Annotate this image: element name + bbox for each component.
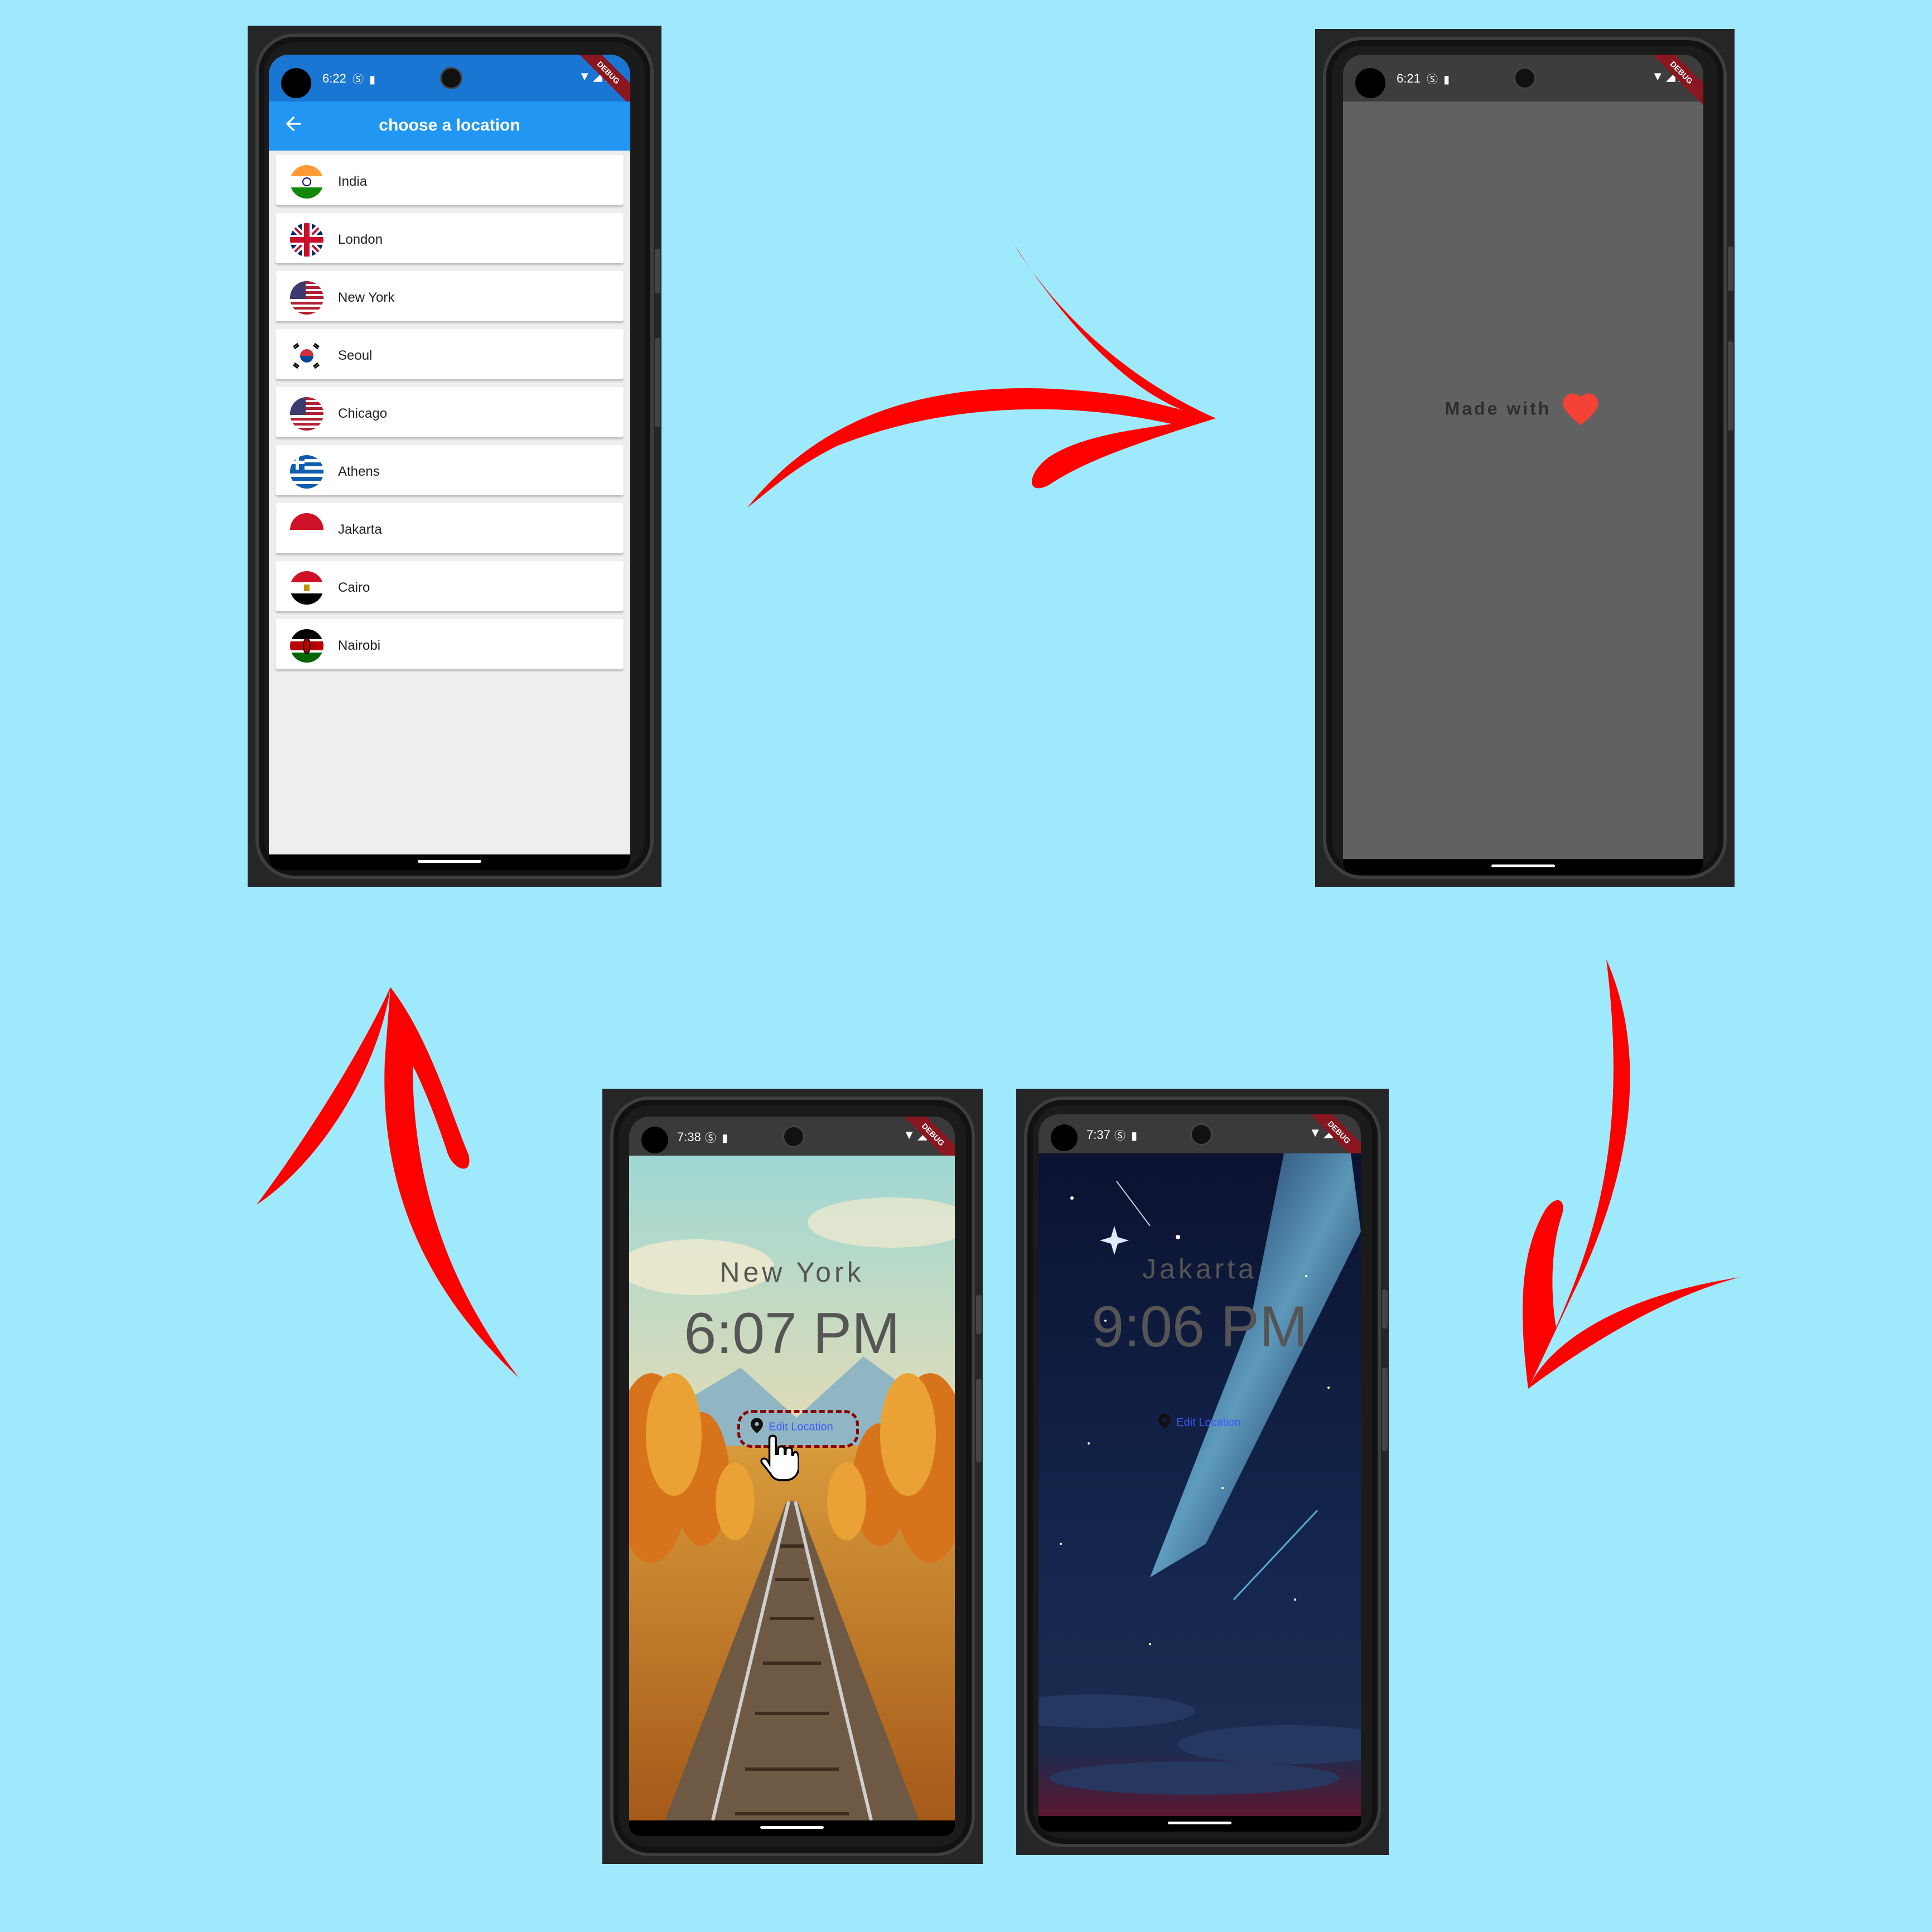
side-button [1728,247,1733,291]
page-title: choose a location [379,116,520,134]
splash-message: Made with [1343,389,1703,431]
side-button [1382,1289,1388,1329]
status-bar: 7:38 Ⓢ▮ ▼◢▮ DEBUG [629,1117,955,1170]
current-time: 9:06 PM [1091,1295,1308,1359]
front-camera [440,67,462,89]
home-indicator[interactable] [269,854,630,870]
hand-cursor-icon [760,1433,800,1484]
location-name: Nairobi [338,638,381,653]
location-name: Athens [338,464,380,479]
home-indicator[interactable] [1039,1816,1361,1832]
location-list: India London New York Seoul Chicago Athe… [269,151,630,854]
heart-icon [1560,389,1601,431]
side-button [655,249,660,293]
home-indicator[interactable] [629,1820,955,1836]
location-name: Cairo [338,580,370,595]
phone-splash-screen: 6:21 Ⓢ▮ ▼◢▮ DEBUG Made with [1315,29,1735,887]
arrow-up-icon [257,987,519,1378]
location-name: Jakarta [338,522,382,537]
side-button [655,338,660,427]
app-bar: choose a location [269,102,630,151]
location-name: London [338,232,383,247]
camera-cutout [1355,68,1385,98]
front-camera [1514,67,1536,89]
status-time: 7:38 [677,1130,701,1144]
autumn-railway-background [629,1156,955,1821]
location-item-india[interactable]: India [276,155,624,205]
status-bar: 6:22 Ⓢ▮ ▼◢▮ DEBUG [269,55,630,108]
location-item-jakarta[interactable]: Jakarta [276,503,624,553]
uk-flag-icon [290,223,323,257]
front-camera [1190,1123,1213,1146]
location-item-new-york[interactable]: New York [276,271,624,321]
status-time: 7:37 [1086,1128,1110,1142]
phone-screen: 7:38 Ⓢ▮ ▼◢▮ DEBUG New York 6:07 PM Edit … [629,1117,955,1836]
korea-flag-icon [290,339,323,373]
status-icons: Ⓢ▮ [352,74,381,86]
phone-screen: 6:22 Ⓢ▮ ▼◢▮ DEBUG choose a location Indi… [269,55,630,870]
current-time: 6:07 PM [684,1301,900,1366]
status-time: 6:22 [322,71,346,85]
location-item-chicago[interactable]: Chicago [276,387,624,437]
edit-location-button[interactable]: Edit Location [1039,1413,1361,1432]
location-item-athens[interactable]: Athens [276,445,624,495]
edit-location-label: Edit Location [1176,1416,1241,1429]
location-name: New York [338,290,395,305]
usa-flag-icon [290,397,323,431]
front-camera [783,1126,805,1148]
edit-location-label: Edit Location [769,1421,833,1433]
location-pin-icon [1158,1413,1171,1432]
arrow-down-icon [1523,959,1740,1389]
status-bar: 7:37 Ⓢ▮ ▼◢▮ DEBUG [1039,1114,1361,1167]
indonesia-flag-icon [290,513,323,547]
camera-cutout [641,1127,668,1153]
status-icons: Ⓢ▮ [1114,1130,1143,1142]
status-bar: 6:21 Ⓢ▮ ▼◢▮ DEBUG [1343,55,1703,108]
phone-location-screen: 6:22 Ⓢ▮ ▼◢▮ DEBUG choose a location Indi… [248,26,661,887]
camera-cutout [1051,1124,1078,1151]
location-item-cairo[interactable]: Cairo [276,561,624,611]
city-name: New York [719,1257,864,1288]
side-button [976,1295,982,1334]
phone-jakarta-screen: 7:37 Ⓢ▮ ▼◢▮ DEBUG Jakarta 9:06 PM Edit L… [1016,1089,1389,1855]
greece-flag-icon [290,455,323,489]
status-time: 6:21 [1397,71,1421,85]
india-flag-icon [290,165,323,199]
location-name: India [338,174,368,189]
location-name: Seoul [338,348,373,363]
location-item-seoul[interactable]: Seoul [276,329,624,379]
location-item-nairobi[interactable]: Nairobi [276,619,624,669]
made-with-text: Made with [1445,398,1552,419]
arrow-right-icon [747,245,1216,508]
location-item-london[interactable]: London [276,213,624,263]
phone-newyork-screen: 7:38 Ⓢ▮ ▼◢▮ DEBUG New York 6:07 PM Edit … [602,1089,983,1864]
side-button [976,1379,982,1462]
city-name: Jakarta [1142,1253,1257,1284]
side-button [1728,341,1733,431]
home-indicator[interactable] [1343,859,1703,875]
status-icons: Ⓢ▮ [705,1132,734,1144]
side-button [1382,1368,1388,1451]
kenya-flag-icon [290,629,323,663]
usa-flag-icon [290,281,323,315]
status-icons: Ⓢ▮ [1427,74,1456,86]
camera-cutout [281,68,311,98]
phone-screen: 7:37 Ⓢ▮ ▼◢▮ DEBUG Jakarta 9:06 PM Edit L… [1039,1114,1361,1832]
phone-screen: 6:21 Ⓢ▮ ▼◢▮ DEBUG Made with [1343,55,1703,875]
location-name: Chicago [338,406,388,421]
egypt-flag-icon [290,571,323,605]
